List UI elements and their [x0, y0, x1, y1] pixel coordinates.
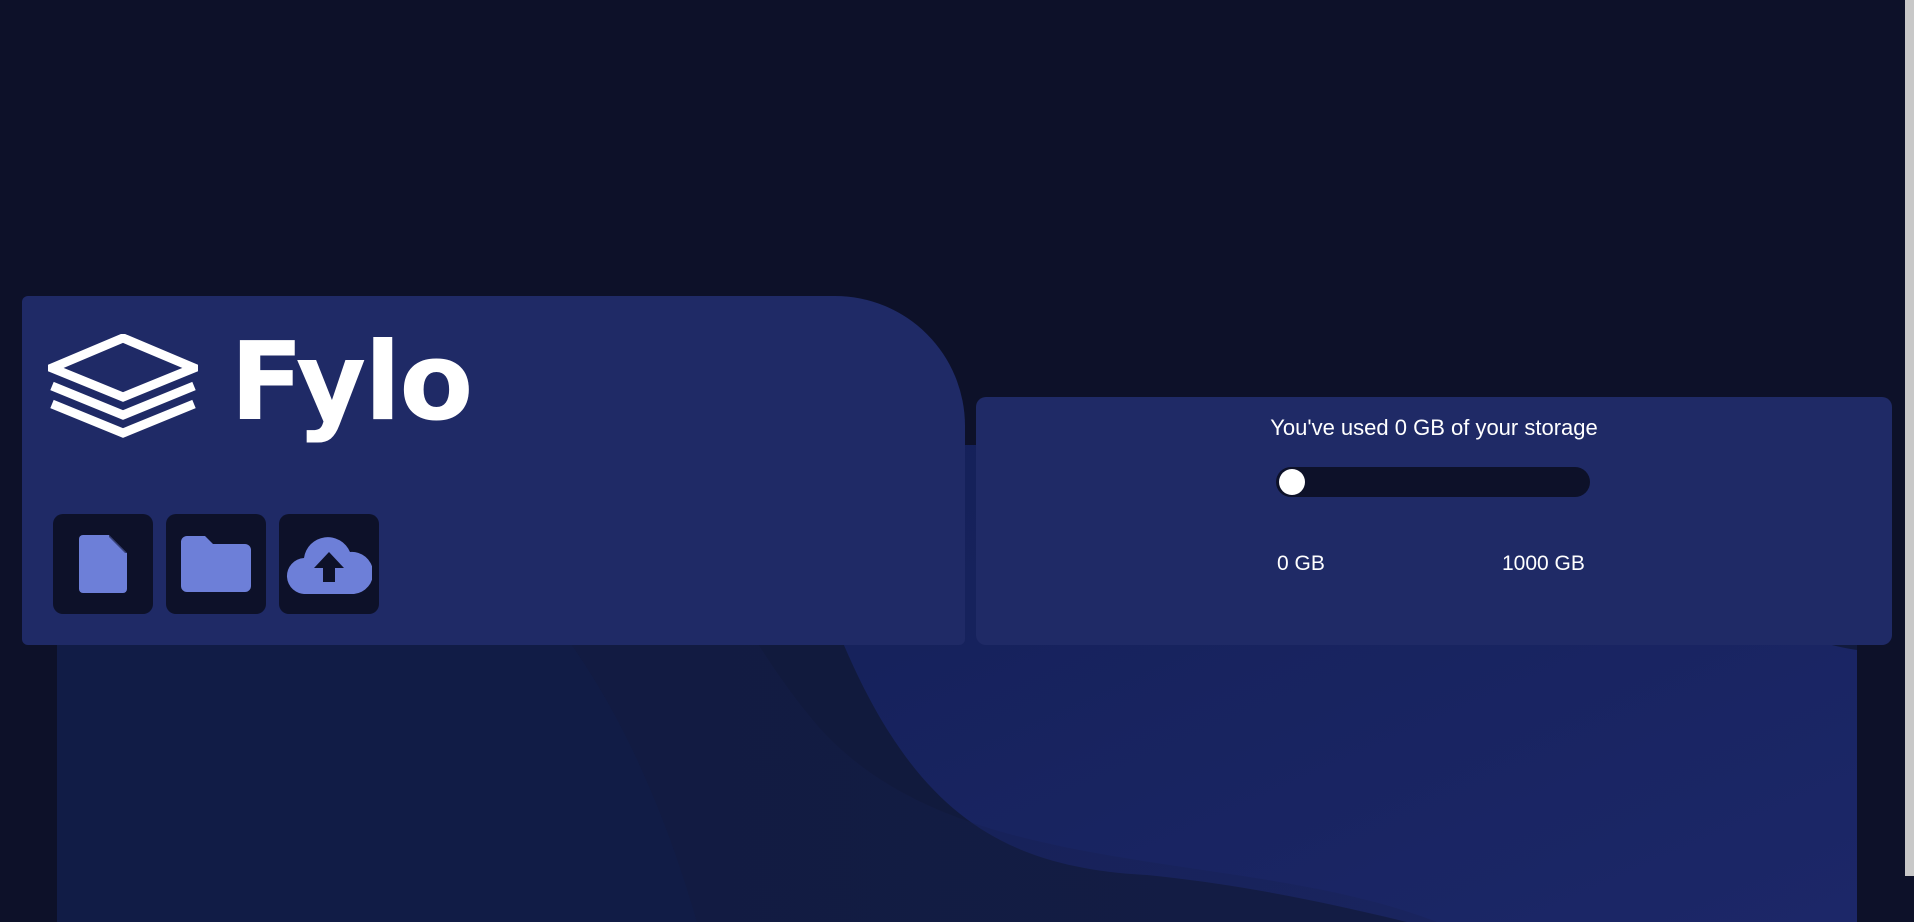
logo: Fylo: [48, 329, 473, 444]
brand-card: Fylo: [22, 296, 965, 645]
storage-card: You've used 0 GB of your storage 0 GB 10…: [976, 397, 1892, 645]
layers-icon: [48, 334, 198, 438]
cloud-upload-icon: [286, 537, 372, 594]
folder-icon: [181, 536, 251, 592]
document-icon: [79, 535, 127, 593]
storage-min-label: 0 GB: [1277, 552, 1325, 575]
storage-meter[interactable]: [1276, 467, 1590, 497]
file-actions: [53, 514, 379, 614]
window-scrollbar[interactable]: [1905, 0, 1914, 876]
page: Fylo You've used 0 GB of your storage 0 …: [0, 0, 1914, 922]
upload-button[interactable]: [279, 514, 379, 614]
brand-name: Fylo: [230, 320, 473, 445]
folder-button[interactable]: [166, 514, 266, 614]
storage-meter-knob[interactable]: [1279, 469, 1305, 495]
storage-usage-text: You've used 0 GB of your storage: [1270, 415, 1598, 440]
document-button[interactable]: [53, 514, 153, 614]
storage-max-label: 1000 GB: [1502, 552, 1585, 575]
